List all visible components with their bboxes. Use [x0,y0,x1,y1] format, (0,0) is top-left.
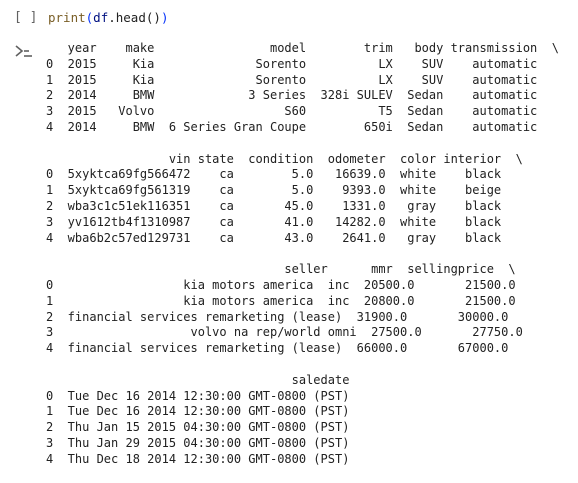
output-line: 1 Tue Dec 16 2014 12:30:00 GMT-0800 (PST… [46,404,350,419]
output-line: 4 financial services remarketing (lease)… [46,341,531,356]
code-token-close-paren: ) [160,10,169,25]
output-block-1: year make model trim body transmission \… [46,41,576,136]
output-line: 4 wba6b2c57ed129731 ca 43.0 2641.0 gray … [46,230,523,245]
output-line: year make model trim body transmission \ [46,41,559,55]
code-cell[interactable]: [ ] print(df.head()) [0,0,578,36]
output-line: 0 2015 Kia Sorento LX SUV automatic [46,56,559,71]
output-line: 3 2015 Volvo S60 T5 Sedan automatic [46,104,559,119]
output-line: 3 volvo na rep/world omni 27500.0 27750.… [46,325,545,340]
output-line: 2 2014 BMW 3 Series 328i SULEV Sedan aut… [46,88,559,103]
code-token-print: print [48,10,86,25]
output-line: 0 5xyktca69fg566472 ca 5.0 16639.0 white… [46,167,523,182]
run-cell-button[interactable]: [ ] [14,10,37,25]
output-line: 3 Thu Jan 29 2015 04:30:00 GMT-0800 (PST… [46,435,350,450]
code-editor[interactable]: print(df.head()) [48,10,168,25]
output-line: 1 5xyktca69fg561319 ca 5.0 9393.0 white … [46,183,523,198]
output-line: 4 Thu Dec 18 2014 12:30:00 GMT-0800 (PST… [46,451,350,466]
cell-output: year make model trim body transmission \… [46,41,576,483]
output-line: 1 kia motors america inc 20800.0 21500.0 [46,293,538,308]
output-line: 0 Tue Dec 16 2014 12:30:00 GMT-0800 (PST… [46,388,350,403]
output-line: 2 wba3c1c51ek116351 ca 45.0 1331.0 gray … [46,198,523,213]
code-token-method: .head [108,10,146,25]
output-line: 4 2014 BMW 6 Series Gran Coupe 650i Seda… [46,119,559,134]
output-line: vin state condition odometer color inter… [46,151,523,166]
output-line: seller mmr sellingprice \ [46,262,516,277]
code-token-df: df [93,10,109,25]
output-line: 2 financial services remarketing (lease)… [46,309,531,324]
output-arrow-icon[interactable] [14,44,34,60]
output-line: saledate [46,372,350,387]
output-line: 3 yv1612tb4f1310987 ca 41.0 14282.0 whit… [46,214,523,229]
output-line: 2 Thu Jan 15 2015 04:30:00 GMT-0800 (PST… [46,420,350,435]
output-line: 1 2015 Kia Sorento LX SUV automatic [46,72,559,87]
output-line: 0 kia motors america inc 20500.0 21500.0 [46,277,538,292]
output-block-3: seller mmr sellingprice \ 0 kia motors am… [46,262,576,357]
output-block-4: saledate 0 Tue Dec 16 2014 12:30:00 GMT-0… [46,373,576,468]
code-token-call: () [145,10,161,25]
output-block-2: vin state condition odometer color inter… [46,152,576,247]
